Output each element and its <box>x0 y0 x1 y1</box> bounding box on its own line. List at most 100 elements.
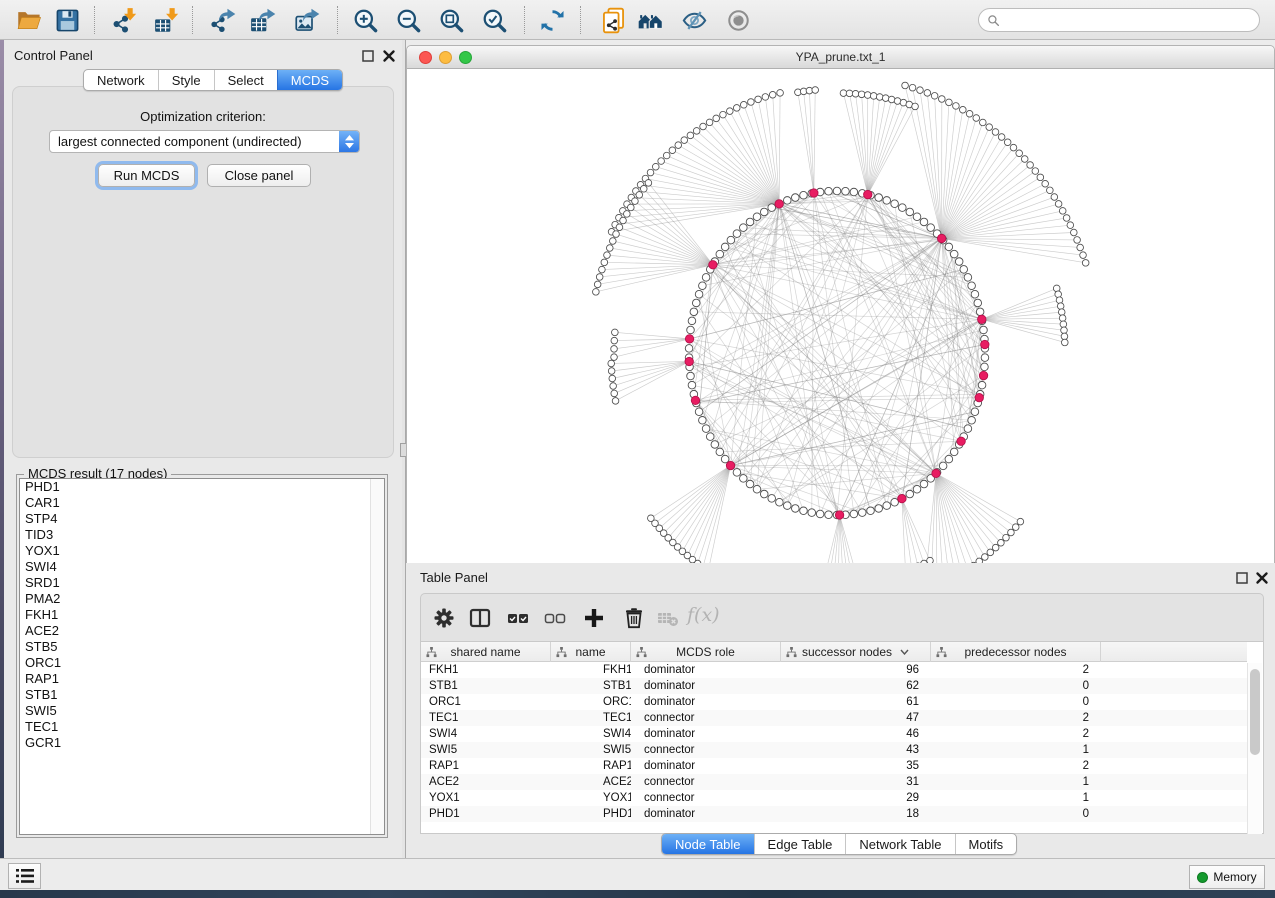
table-cell[interactable]: SWI4 <box>551 726 631 742</box>
scrollbar-thumb[interactable] <box>1250 669 1260 755</box>
network-documents-button[interactable] <box>596 4 630 36</box>
table-cell[interactable]: ACE2 <box>551 774 631 790</box>
table-cell[interactable]: connector <box>631 774 781 790</box>
table-row[interactable]: RAP1RAP1dominator352 <box>421 758 1247 774</box>
mcds-result-item[interactable]: GCR1 <box>20 735 384 751</box>
apply-layout-button[interactable] <box>535 4 569 36</box>
table-cell[interactable]: YOX1 <box>421 790 551 806</box>
mcds-result-item[interactable]: CAR1 <box>20 495 384 511</box>
table-cell[interactable]: FKH1 <box>421 662 551 678</box>
column-header-MCDS-role[interactable]: MCDS role <box>631 642 781 662</box>
table-cell[interactable]: 96 <box>781 662 931 678</box>
table-cell[interactable]: TEC1 <box>551 710 631 726</box>
mcds-result-item[interactable]: ORC1 <box>20 655 384 671</box>
table-cell[interactable]: dominator <box>631 806 781 822</box>
save-session-button[interactable] <box>50 4 84 36</box>
table-cell[interactable]: dominator <box>631 678 781 694</box>
table-row[interactable]: ORC1ORC1dominator610 <box>421 694 1247 710</box>
table-cell[interactable]: 18 <box>781 806 931 822</box>
open-session-button[interactable] <box>12 4 46 36</box>
first-neighbors-button[interactable] <box>633 4 667 36</box>
table-row[interactable]: TEC1TEC1connector472 <box>421 710 1247 726</box>
hide-graphics-details-button[interactable] <box>677 4 711 36</box>
table-cell[interactable]: 47 <box>781 710 931 726</box>
mcds-result-item[interactable]: STB5 <box>20 639 384 655</box>
table-cell[interactable]: RAP1 <box>421 758 551 774</box>
mcds-result-item[interactable]: YOX1 <box>20 543 384 559</box>
table-cell[interactable]: 2 <box>931 710 1101 726</box>
show-graphics-details-button[interactable] <box>721 4 755 36</box>
table-cell[interactable]: STB1 <box>551 678 631 694</box>
table-cell[interactable]: ACE2 <box>421 774 551 790</box>
task-history-button[interactable] <box>8 863 41 889</box>
table-cell[interactable]: dominator <box>631 758 781 774</box>
table-cell[interactable]: SWI5 <box>421 742 551 758</box>
import-network-button[interactable] <box>108 4 142 36</box>
table-cell[interactable]: STB1 <box>421 678 551 694</box>
table-row[interactable]: YOX1YOX1connector291 <box>421 790 1247 806</box>
mcds-result-item[interactable]: TEC1 <box>20 719 384 735</box>
mcds-result-item[interactable]: PMA2 <box>20 591 384 607</box>
run-mcds-button[interactable]: Run MCDS <box>98 164 195 187</box>
zoom-out-button[interactable] <box>391 4 425 36</box>
table-cell[interactable]: dominator <box>631 662 781 678</box>
tab-select[interactable]: Select <box>214 70 277 90</box>
column-header-successor-nodes[interactable]: successor nodes <box>781 642 931 662</box>
delete-columns-button[interactable] <box>619 603 649 633</box>
table-cell[interactable]: connector <box>631 790 781 806</box>
table-row[interactable]: SWI4SWI4dominator462 <box>421 726 1247 742</box>
memory-button[interactable]: Memory <box>1189 865 1265 889</box>
search-input[interactable] <box>1005 11 1259 29</box>
search-field[interactable] <box>978 8 1260 32</box>
zoom-selected-button[interactable] <box>477 4 511 36</box>
table-cell[interactable]: 46 <box>781 726 931 742</box>
table-cell[interactable]: 62 <box>781 678 931 694</box>
table-cell[interactable]: PHD1 <box>421 806 551 822</box>
mcds-result-item[interactable]: STB1 <box>20 687 384 703</box>
table-row[interactable]: FKH1FKH1dominator962 <box>421 662 1247 678</box>
table-cell[interactable]: 1 <box>931 774 1101 790</box>
tab-network[interactable]: Network <box>84 70 158 90</box>
column-header-shared-name[interactable]: shared name <box>421 642 551 662</box>
column-header-name[interactable]: name <box>551 642 631 662</box>
table-cell[interactable]: 2 <box>931 662 1101 678</box>
optimization-criterion-select[interactable]: largest connected component (undirected) <box>49 130 360 153</box>
table-cell[interactable]: 43 <box>781 742 931 758</box>
unselect-all-columns-button[interactable] <box>540 603 570 633</box>
close-panel-button[interactable] <box>382 49 396 63</box>
export-table-button[interactable] <box>246 4 280 36</box>
tab-edge-table[interactable]: Edge Table <box>754 834 846 854</box>
import-table-button[interactable] <box>150 4 184 36</box>
tab-style[interactable]: Style <box>158 70 214 90</box>
table-cell[interactable]: 2 <box>931 726 1101 742</box>
table-cell[interactable]: dominator <box>631 694 781 710</box>
mcds-result-item[interactable]: SWI5 <box>20 703 384 719</box>
mcds-list-scrollbar[interactable] <box>370 479 384 834</box>
table-cell[interactable]: 31 <box>781 774 931 790</box>
tab-motifs[interactable]: Motifs <box>955 834 1017 854</box>
float-panel-button[interactable] <box>361 49 375 63</box>
table-cell[interactable]: 29 <box>781 790 931 806</box>
table-cell[interactable]: 0 <box>931 806 1101 822</box>
table-row[interactable]: ACE2ACE2connector311 <box>421 774 1247 790</box>
export-image-button[interactable] <box>290 4 324 36</box>
table-cell[interactable]: connector <box>631 742 781 758</box>
close-panel-action-button[interactable]: Close panel <box>207 164 311 187</box>
mcds-result-item[interactable]: STP4 <box>20 511 384 527</box>
mcds-result-item[interactable]: FKH1 <box>20 607 384 623</box>
table-cell[interactable]: dominator <box>631 726 781 742</box>
table-settings-button[interactable] <box>429 603 459 633</box>
tab-mcds[interactable]: MCDS <box>277 70 342 90</box>
show-column-panel-button[interactable] <box>465 603 495 633</box>
tab-network-table[interactable]: Network Table <box>845 834 954 854</box>
column-header-predecessor-nodes[interactable]: predecessor nodes <box>931 642 1101 662</box>
mcds-result-item[interactable]: PHD1 <box>20 479 384 495</box>
mcds-result-item[interactable]: SRD1 <box>20 575 384 591</box>
table-cell[interactable]: SWI5 <box>551 742 631 758</box>
table-cell[interactable]: 0 <box>931 678 1101 694</box>
close-table-panel-button[interactable] <box>1255 571 1269 585</box>
table-cell[interactable]: RAP1 <box>551 758 631 774</box>
mcds-result-item[interactable]: TID3 <box>20 527 384 543</box>
table-cell[interactable]: PHD1 <box>551 806 631 822</box>
mcds-result-item[interactable]: SWI4 <box>20 559 384 575</box>
